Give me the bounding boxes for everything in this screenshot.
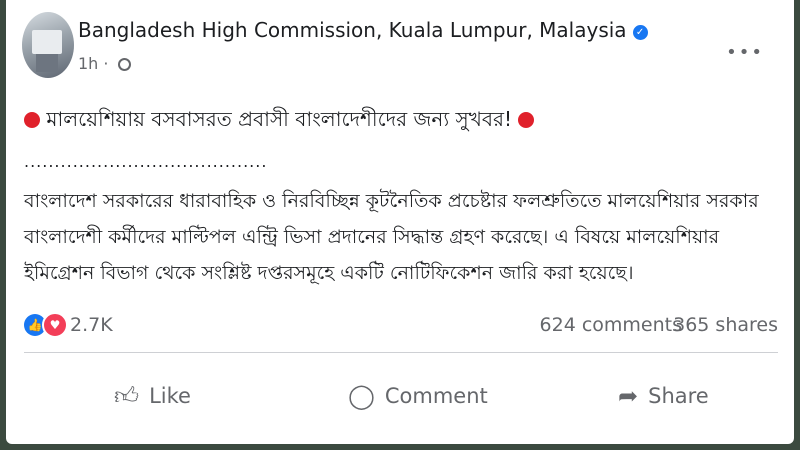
more-options-icon[interactable]: ••• [726, 42, 764, 63]
shares-count[interactable]: 365 shares [673, 314, 778, 336]
post-headline: মালয়েশিয়ায় বসবাসরত প্রবাসী বাংলাদেশীদ… [46, 107, 512, 131]
comment-label: Comment [384, 384, 488, 408]
post-stats: 👍 ♥ 2.7K 624 comments 365 shares [24, 312, 778, 344]
comments-count[interactable]: 624 comments [540, 314, 682, 336]
share-arrow-icon: ➦ [618, 382, 639, 410]
post-paragraph: বাংলাদেশ সরকারের ধারাবাহিক ও নিরবিচ্ছিন্… [24, 183, 778, 291]
reaction-count[interactable]: 2.7K [70, 314, 113, 336]
post-line: বাংলাদেশ সরকারের ধারাবাহিক ও নিরবিচ্ছিন্… [24, 190, 759, 212]
separator-dots: ........................................ [24, 152, 268, 171]
globe-icon [117, 58, 131, 71]
comment-button[interactable]: ◯ Comment [348, 364, 488, 428]
thumbs-up-icon: 👍︎ [114, 381, 140, 410]
post-time[interactable]: 1h [78, 54, 98, 73]
post-line: ইমিগ্রেশন বিভাগ থেকে সংশ্লিষ্ট দপ্তরসমূহ… [24, 262, 634, 284]
share-button[interactable]: ➦ Share [618, 364, 709, 428]
divider [24, 352, 778, 353]
comment-bubble-icon: ◯ [348, 382, 375, 410]
post-line: বাংলাদেশী কর্মীদের মাল্টিপল এন্ট্রি ভিসা… [24, 226, 720, 248]
post-header: Bangladesh High Commission, Kuala Lumpur… [14, 12, 786, 82]
page-avatar[interactable] [22, 12, 74, 78]
action-bar: 👍︎ Like ◯ Comment ➦ Share [24, 364, 778, 428]
like-label: Like [149, 384, 191, 408]
share-label: Share [648, 384, 709, 408]
verified-badge-icon: ✓ [632, 25, 648, 40]
like-button[interactable]: 👍︎ Like [114, 364, 191, 428]
page-name[interactable]: Bangladesh High Commission, Kuala Lumpur… [78, 18, 627, 42]
post-body: মালয়েশিয়ায় বসবাসরত প্রবাসী বাংলাদেশীদ… [24, 104, 778, 291]
red-circle-icon [518, 112, 535, 128]
red-circle-icon [24, 112, 40, 128]
facebook-post-card: Bangladesh High Commission, Kuala Lumpur… [6, 0, 794, 444]
love-reaction-icon[interactable]: ♥ [42, 312, 68, 338]
